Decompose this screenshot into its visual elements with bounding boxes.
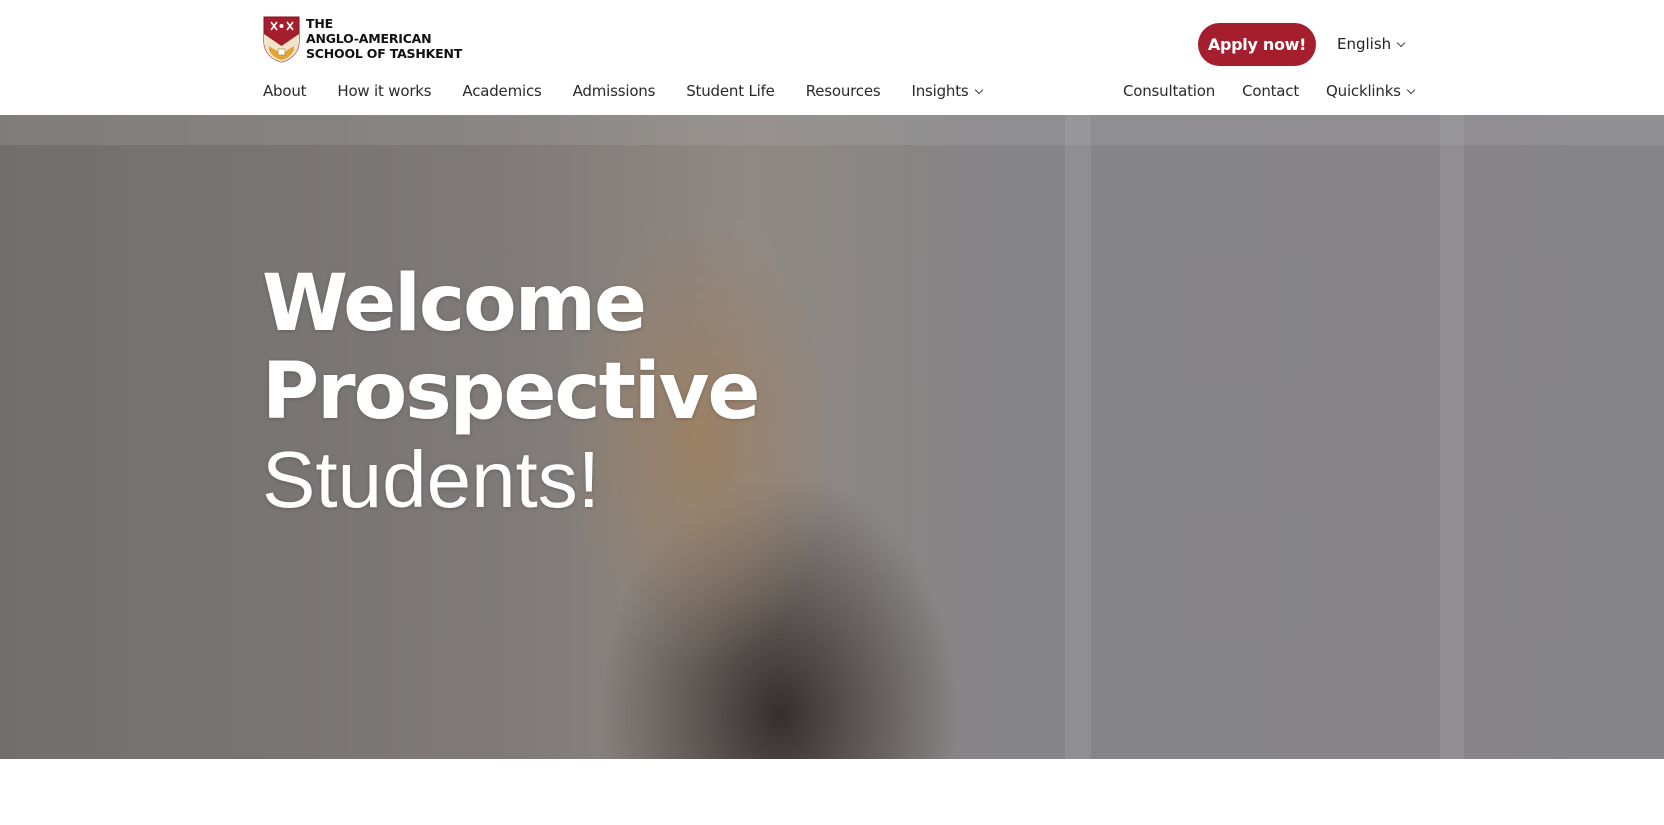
school-logo[interactable]: THE ANGLO-AMERICAN SCHOOL OF TASHKENT xyxy=(263,16,462,63)
nav-item-label: Quicklinks xyxy=(1326,82,1401,100)
nav-item-label: Resources xyxy=(805,82,881,100)
nav-item-label: Admissions xyxy=(572,82,656,100)
hero-banner: Welcome Prospective Students! xyxy=(0,115,1664,759)
logo-line-2: ANGLO-AMERICAN xyxy=(306,31,432,46)
nav-item-label: Contact xyxy=(1242,82,1300,100)
hero-line-2: Prospective xyxy=(262,347,760,437)
nav-item-label: Consultation xyxy=(1123,82,1216,100)
hero-line-3: Students! xyxy=(262,435,601,524)
site-header: THE ANGLO-AMERICAN SCHOOL OF TASHKENT Ap… xyxy=(0,0,1664,115)
nav-item-resources[interactable]: Resources xyxy=(806,82,881,100)
nav-item-label: Academics xyxy=(462,82,542,100)
nav-item-quicklinks[interactable]: Quicklinks xyxy=(1326,82,1416,100)
nav-item-contact[interactable]: Contact xyxy=(1242,82,1299,100)
logo-line-3: SCHOOL OF TASHKENT xyxy=(306,46,463,61)
language-label: English xyxy=(1337,35,1392,53)
nav-item-label: Student Life xyxy=(686,82,775,100)
logo-wordmark: THE ANGLO-AMERICAN SCHOOL OF TASHKENT xyxy=(306,16,462,61)
language-selector[interactable]: English xyxy=(1337,35,1406,53)
nav-item-consultation[interactable]: Consultation xyxy=(1123,82,1215,100)
nav-item-academics[interactable]: Academics xyxy=(462,82,541,100)
nav-item-insights[interactable]: Insights xyxy=(911,82,983,100)
nav-item-student-life[interactable]: Student Life xyxy=(686,82,775,100)
nav-item-label: How it works xyxy=(337,82,432,100)
nav-item-admissions[interactable]: Admissions xyxy=(573,82,656,100)
main-nav: About How it works Academics Admissions … xyxy=(263,79,1013,103)
hero-heading: Welcome Prospective Students! xyxy=(262,259,760,524)
apply-now-button[interactable]: Apply now! xyxy=(1198,23,1316,66)
nav-item-label: About xyxy=(263,82,307,100)
nav-item-how-it-works[interactable]: How it works xyxy=(337,82,431,100)
secondary-nav: Consultation Contact Quicklinks xyxy=(1123,79,1441,103)
nav-item-about[interactable]: About xyxy=(263,82,307,100)
school-crest-icon xyxy=(263,16,300,63)
logo-line-1: THE xyxy=(306,16,333,31)
chevron-down-icon xyxy=(974,85,983,94)
chevron-down-icon xyxy=(1396,38,1406,47)
hero-overlay xyxy=(0,115,1664,759)
hero-line-1: Welcome xyxy=(262,259,647,349)
nav-item-label: Insights xyxy=(911,82,969,100)
chevron-down-icon xyxy=(1406,85,1416,94)
